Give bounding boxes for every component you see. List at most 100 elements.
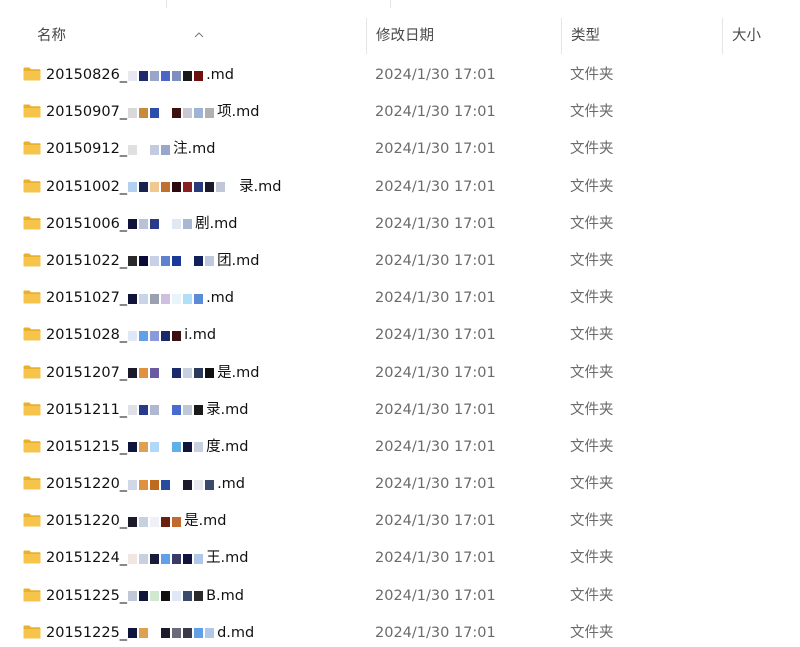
file-name-prefix: 20150907_ xyxy=(46,104,128,121)
file-row[interactable]: 20151215_ 度.md 2024/1/30 17:01 文件夹 xyxy=(0,429,800,466)
file-type: 文件夹 xyxy=(570,476,614,493)
redacted-text xyxy=(128,403,205,417)
redacted-text xyxy=(128,552,205,566)
redacted-text xyxy=(128,329,183,343)
file-type: 文件夹 xyxy=(570,215,614,232)
folder-icon xyxy=(23,402,41,416)
file-name-prefix: 20151220_ xyxy=(46,513,128,530)
file-type: 文件夹 xyxy=(570,327,614,344)
file-name[interactable]: 20151022_ 团.md xyxy=(46,243,260,280)
file-name-suffix: 度.md xyxy=(206,438,249,455)
file-row[interactable]: 20151211_ 录.md 2024/1/30 17:01 文件夹 xyxy=(0,392,800,429)
file-date-modified: 2024/1/30 17:01 xyxy=(375,476,496,493)
file-name-suffix: .md xyxy=(217,476,246,493)
file-name[interactable]: 20151220_ 是.md xyxy=(46,503,227,540)
file-row[interactable]: 20151225_ d.md 2024/1/30 17:01 文件夹 xyxy=(0,615,800,647)
toolbar-divider xyxy=(166,0,167,8)
redacted-text xyxy=(128,626,216,640)
file-name[interactable]: 20151028_ i.md xyxy=(46,317,216,354)
file-date-modified: 2024/1/30 17:01 xyxy=(375,438,496,455)
folder-icon xyxy=(23,476,41,490)
file-date-modified: 2024/1/30 17:01 xyxy=(375,550,496,567)
file-row[interactable]: 20151006_ 剧.md 2024/1/30 17:01 文件夹 xyxy=(0,206,800,243)
file-name-suffix: 是.md xyxy=(184,513,227,530)
file-name-prefix: 20151220_ xyxy=(46,476,128,493)
file-name[interactable]: 20151224_ 王.md xyxy=(46,540,249,577)
folder-icon xyxy=(23,179,41,193)
file-name[interactable]: 20151002_ 录.md xyxy=(46,169,282,206)
file-row[interactable]: 20150826_ .md 2024/1/30 17:01 文件夹 xyxy=(0,57,800,94)
redacted-text xyxy=(128,69,205,83)
column-header-name[interactable]: 名称 xyxy=(27,18,367,54)
file-row[interactable]: 20151225_ B.md 2024/1/30 17:01 文件夹 xyxy=(0,578,800,615)
file-type: 文件夹 xyxy=(570,587,614,604)
file-name-suffix: 是.md xyxy=(217,364,260,381)
file-name[interactable]: 20151207_ 是.md xyxy=(46,355,260,392)
file-name[interactable]: 20151006_ 剧.md xyxy=(46,206,238,243)
file-name[interactable]: 20150826_ .md xyxy=(46,57,234,94)
column-header-date-modified[interactable]: 修改日期 xyxy=(366,18,562,54)
file-name[interactable]: 20150912_ 注.md xyxy=(46,131,216,168)
file-type: 文件夹 xyxy=(570,290,614,307)
file-name[interactable]: 20151027_ .md xyxy=(46,280,234,317)
file-date-modified: 2024/1/30 17:01 xyxy=(375,178,496,195)
file-row[interactable]: 20151220_ .md 2024/1/30 17:01 文件夹 xyxy=(0,466,800,503)
folder-icon xyxy=(23,253,41,267)
file-date-modified: 2024/1/30 17:01 xyxy=(375,67,496,83)
file-name-prefix: 20151027_ xyxy=(46,290,128,307)
file-row[interactable]: 20151027_ .md 2024/1/30 17:01 文件夹 xyxy=(0,280,800,317)
file-date-modified: 2024/1/30 17:01 xyxy=(375,327,496,344)
folder-icon xyxy=(23,104,41,118)
file-row[interactable]: 20151224_ 王.md 2024/1/30 17:01 文件夹 xyxy=(0,540,800,577)
file-row[interactable]: 20151022_ 团.md 2024/1/30 17:01 文件夹 xyxy=(0,243,800,280)
redacted-text xyxy=(128,106,216,120)
file-name[interactable]: 20151215_ 度.md xyxy=(46,429,249,466)
toolbar-divider xyxy=(390,0,391,8)
folder-icon xyxy=(23,141,41,155)
folder-icon xyxy=(23,513,41,527)
file-date-modified: 2024/1/30 17:01 xyxy=(375,104,496,121)
file-list: 20150826_ .md 2024/1/30 17:01 文件夹 20150907_ 项… xyxy=(0,57,800,647)
folder-icon xyxy=(23,439,41,453)
file-name-prefix: 20151225_ xyxy=(46,587,128,604)
folder-icon xyxy=(23,588,41,602)
file-name-prefix: 20151224_ xyxy=(46,550,128,567)
file-name[interactable]: 20151225_ B.md xyxy=(46,578,244,615)
file-name-prefix: 20151225_ xyxy=(46,624,128,641)
file-name[interactable]: 20151211_ 录.md xyxy=(46,392,249,429)
file-row[interactable]: 20150907_ 项.md 2024/1/30 17:01 文件夹 xyxy=(0,94,800,131)
file-date-modified: 2024/1/30 17:01 xyxy=(375,290,496,307)
file-name[interactable]: 20150907_ 项.md xyxy=(46,94,260,131)
file-type: 文件夹 xyxy=(570,104,614,121)
file-name-suffix: B.md xyxy=(206,587,244,604)
file-name[interactable]: 20151225_ d.md xyxy=(46,615,254,647)
file-type: 文件夹 xyxy=(570,438,614,455)
redacted-text xyxy=(128,440,205,454)
file-name-suffix: 王.md xyxy=(206,550,249,567)
folder-icon xyxy=(23,216,41,230)
redacted-text xyxy=(128,515,183,529)
redacted-text xyxy=(128,366,216,380)
redacted-text xyxy=(128,292,205,306)
file-row[interactable]: 20151207_ 是.md 2024/1/30 17:01 文件夹 xyxy=(0,355,800,392)
redacted-text xyxy=(128,589,205,603)
file-name-suffix: .md xyxy=(206,290,235,307)
file-name-suffix: i.md xyxy=(184,327,217,344)
column-header-row: 名称 修改日期 类型 大小 xyxy=(0,18,800,54)
file-row[interactable]: 20151220_ 是.md 2024/1/30 17:01 文件夹 xyxy=(0,503,800,540)
folder-icon xyxy=(23,625,41,639)
folder-icon xyxy=(23,550,41,564)
file-row[interactable]: 20150912_ 注.md 2024/1/30 17:01 文件夹 xyxy=(0,131,800,168)
file-row[interactable]: 20151002_ 录.md 2024/1/30 17:01 文件夹 xyxy=(0,169,800,206)
file-name[interactable]: 20151220_ .md xyxy=(46,466,245,503)
file-type: 文件夹 xyxy=(570,141,614,158)
toolbar-edge xyxy=(0,0,800,8)
file-date-modified: 2024/1/30 17:01 xyxy=(375,624,496,641)
file-name-prefix: 20151022_ xyxy=(46,252,128,269)
file-date-modified: 2024/1/30 17:01 xyxy=(375,141,496,158)
column-header-size[interactable]: 大小 xyxy=(722,18,800,54)
column-header-type[interactable]: 类型 xyxy=(561,18,723,54)
file-name-suffix: 团.md xyxy=(217,252,260,269)
file-name-prefix: 20151002_ xyxy=(46,178,128,195)
file-row[interactable]: 20151028_ i.md 2024/1/30 17:01 文件夹 xyxy=(0,317,800,354)
